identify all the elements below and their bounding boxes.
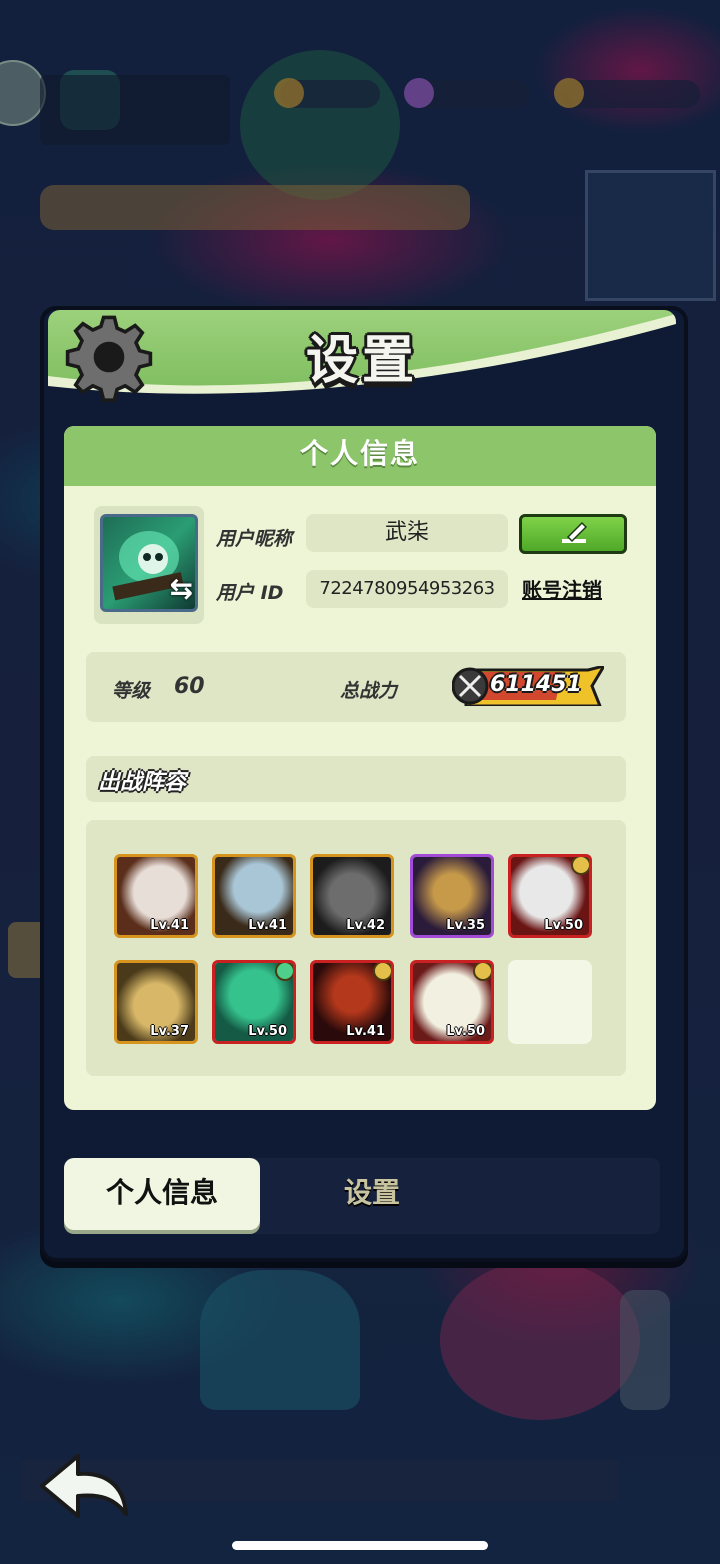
skull-badge-icon	[373, 963, 391, 981]
avatar[interactable]: ⇆	[100, 514, 198, 612]
hero-level: Lv.41	[248, 918, 287, 933]
hero-level: Lv.50	[446, 1024, 485, 1039]
profile-panel: 个人信息 ⇆ 用户昵称 武柒 用户 ID 7224780954953263 账号…	[64, 426, 656, 1110]
home-indicator[interactable]	[232, 1541, 488, 1550]
nickname-field: 武柒	[306, 514, 508, 552]
pencil-icon	[562, 521, 588, 543]
hero-slot[interactable]: Lv.41	[310, 960, 394, 1044]
back-arrow-icon	[40, 1454, 128, 1518]
star-badge-icon	[571, 857, 589, 875]
hero-level: Lv.42	[346, 918, 385, 933]
avatar-frame[interactable]: ⇆	[94, 506, 204, 624]
user-id-field: 7224780954953263	[306, 570, 508, 608]
section-title: 个人信息	[64, 426, 656, 486]
modal-tabs: 个人信息 设置	[64, 1158, 660, 1234]
hero-level: Lv.50	[248, 1024, 287, 1039]
level-label: 等级	[112, 680, 151, 702]
star-badge-icon	[275, 963, 293, 981]
hero-level: Lv.37	[150, 1024, 189, 1039]
modal-title: 设置	[305, 331, 418, 391]
hero-slot[interactable]: Lv.37	[114, 960, 198, 1044]
empty-hero-slot[interactable]	[508, 960, 592, 1044]
lineup-grid: Lv.41 Lv.41 Lv.42 Lv.35 Lv.50 Lv.37 Lv.5…	[86, 820, 626, 1076]
level-value: 60	[174, 674, 205, 699]
tab-settings[interactable]: 设置	[274, 1158, 470, 1230]
hero-slot[interactable]: Lv.50	[410, 960, 494, 1044]
hero-slot[interactable]: Lv.41	[114, 854, 198, 938]
hero-level: Lv.41	[150, 918, 189, 933]
hero-level: Lv.50	[544, 918, 583, 933]
tab-profile[interactable]: 个人信息	[64, 1158, 260, 1230]
power-value: 611451	[490, 672, 582, 697]
hero-slot[interactable]: Lv.50	[508, 854, 592, 938]
swap-arrows-icon: ⇆	[169, 572, 193, 605]
power-label: 总战力	[340, 680, 398, 702]
modal-header: 设置	[48, 310, 676, 402]
lineup-title: 出战阵容	[98, 770, 187, 795]
star-badge-icon	[473, 963, 491, 981]
hero-level: Lv.35	[446, 918, 485, 933]
nickname-label: 用户昵称	[216, 528, 293, 550]
settings-modal: 设置 个人信息 ⇆ 用户昵称 武柒 用户 ID 7224780954953263…	[40, 306, 688, 1262]
lineup-header: 出战阵容	[86, 756, 626, 802]
hero-level: Lv.41	[346, 1024, 385, 1039]
user-id-label: 用户 ID	[216, 582, 284, 604]
hero-slot[interactable]: Lv.35	[410, 854, 494, 938]
hero-slot[interactable]: Lv.42	[310, 854, 394, 938]
edit-nickname-button[interactable]	[519, 514, 627, 554]
back-button[interactable]	[38, 1452, 134, 1524]
cancel-account-link[interactable]: 账号注销	[522, 574, 602, 603]
hero-slot[interactable]: Lv.41	[212, 854, 296, 938]
hero-slot[interactable]: Lv.50	[212, 960, 296, 1044]
